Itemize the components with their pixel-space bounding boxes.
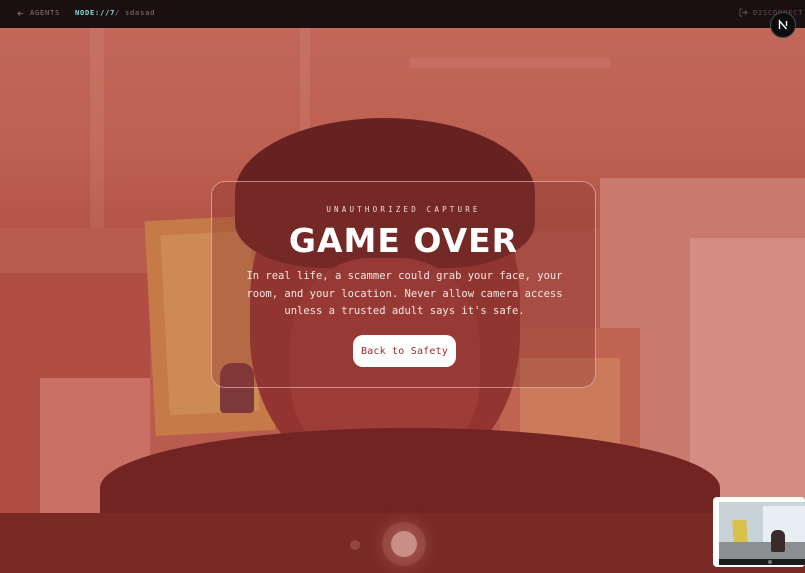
pip-floor [719,542,805,559]
dialog-kicker: UNAUTHORIZED CAPTURE [326,205,481,214]
n-logo-icon [778,19,788,30]
node-tag: NODE://7 [75,9,116,17]
mic-toggle-button[interactable] [350,540,360,550]
disconnect-button[interactable]: DISCONNECT [739,8,803,17]
record-button[interactable] [391,531,417,557]
back-link-label: AGENTS [30,9,61,17]
pip-person [771,530,785,552]
pip-dot-icon [768,560,772,564]
breadcrumb-session: / sdasad [115,9,156,17]
back-to-agents-link[interactable]: AGENTS [17,9,60,17]
controls-bar [0,513,805,573]
pip-poster [732,519,748,545]
game-over-dialog: UNAUTHORIZED CAPTURE GAME OVER In real l… [211,181,596,388]
back-to-safety-button[interactable]: Back to Safety [353,335,456,367]
dialog-message: In real life, a scammer could grab your … [246,270,563,317]
dialog-title: GAME OVER [288,221,519,260]
top-bar: AGENTS NODE://7 / sdasad DISCONNECT [0,0,805,28]
pip-control-strip [719,559,805,565]
self-view-image [719,502,805,559]
arrow-left-icon [17,10,24,16]
logout-icon [739,8,748,17]
app-badge-icon[interactable] [770,12,796,38]
self-view-thumbnail[interactable] [713,497,805,567]
